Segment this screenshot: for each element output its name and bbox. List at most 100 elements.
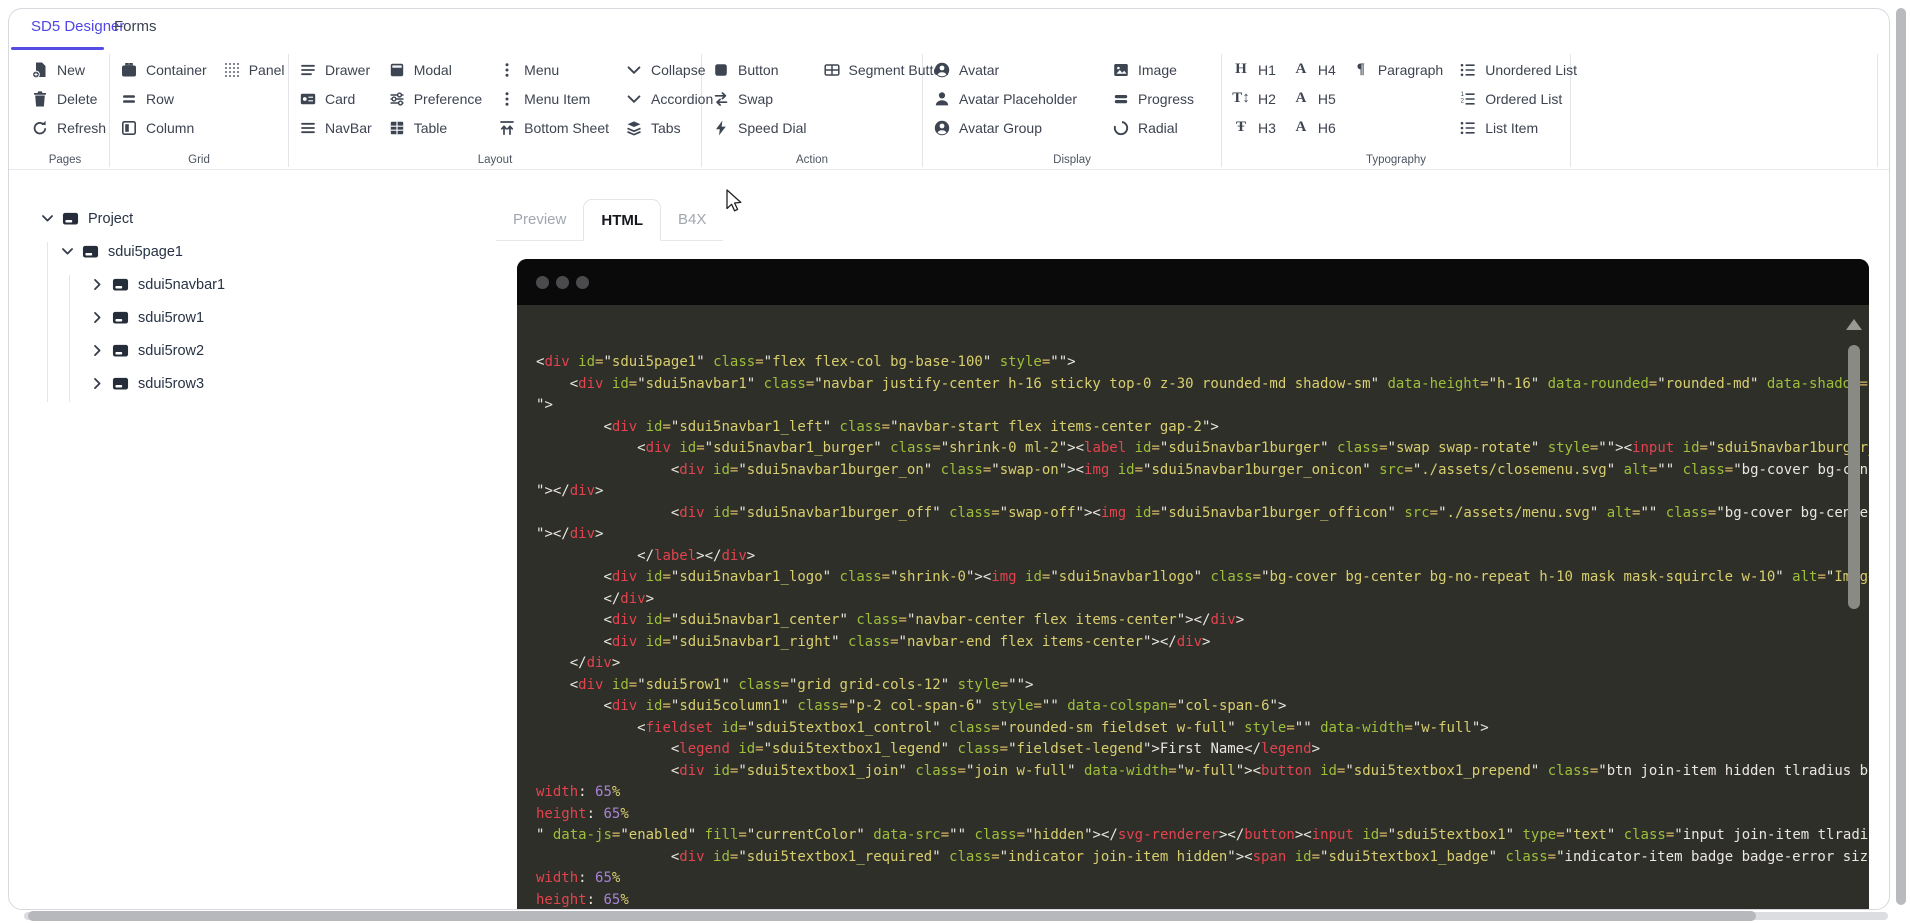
tree-item-sdui5row3[interactable]: sdui5row3 xyxy=(31,367,461,400)
tree-item-sdui5row2[interactable]: sdui5row2 xyxy=(31,334,461,367)
ribbon-item-refresh[interactable]: Refresh xyxy=(31,113,106,142)
ribbon-item-avatar[interactable]: Avatar xyxy=(933,55,1096,84)
tree-item-label: Project xyxy=(88,210,134,227)
ribbon-item-image[interactable]: Image xyxy=(1112,55,1213,84)
ribbon-item-unordered-list[interactable]: Unordered List xyxy=(1459,55,1577,84)
code-line: </label></div> xyxy=(637,547,756,564)
ribbon-item-swap[interactable]: Swap xyxy=(712,84,807,113)
ribbon-item-label: Image xyxy=(1138,61,1177,78)
ribbon-item-panel[interactable]: Panel xyxy=(223,55,285,84)
ordered-list-icon: 12 xyxy=(1459,90,1477,108)
unordered-list-icon xyxy=(1459,61,1477,79)
ribbon-item-collapse[interactable]: Collapse xyxy=(625,55,713,84)
code-line: <div id="sdui5navbar1burger_on" class="s… xyxy=(670,461,1869,478)
ribbon-group-label: Action xyxy=(796,154,828,166)
tree-item-sdui5row1[interactable]: sdui5row1 xyxy=(31,301,461,334)
code-view[interactable]: <div id="sdui5page1" class="flex flex-co… xyxy=(517,305,1869,909)
code-line: "> xyxy=(536,397,553,413)
tree-item-label: sdui5row2 xyxy=(138,342,205,359)
code-line: </div> xyxy=(569,655,621,671)
window-dot-icon xyxy=(556,276,569,289)
scrollbar-thumb[interactable] xyxy=(1896,8,1906,905)
chevron-down-icon[interactable] xyxy=(59,244,75,260)
ribbon-item-h2[interactable]: T↕ H2 xyxy=(1232,84,1276,113)
page-vertical-scrollbar[interactable] xyxy=(1896,8,1906,913)
ribbon-item-h3[interactable]: Ŧ H3 xyxy=(1232,113,1276,142)
ribbon-item-h5[interactable]: A H5 xyxy=(1292,84,1335,113)
tree-item-sdui5page1[interactable]: sdui5page1 xyxy=(31,235,461,268)
ribbon-item-row[interactable]: Row xyxy=(120,84,207,113)
ribbon-group-layout: Drawer Card NavBar Modal Preference Table Menu… xyxy=(289,50,713,169)
ribbon-item-label: Delete xyxy=(57,90,98,107)
ribbon-item-ordered-list[interactable]: 1 2 Ordered List xyxy=(1459,84,1577,113)
ribbon-item-label: Table xyxy=(413,119,448,136)
chevron-right-icon[interactable] xyxy=(89,277,105,293)
code-line: <div id="sdui5navbar1burger_off" class="… xyxy=(670,504,1869,521)
code-line: <div id="sdui5page1" class="flex flex-co… xyxy=(536,354,1076,370)
doc-tab-b4x[interactable]: B4X xyxy=(661,199,724,241)
ribbon-item-column[interactable]: Column xyxy=(120,113,207,142)
ribbon-item-bottom-sheet[interactable]: Bottom Sheet xyxy=(498,113,609,142)
app-tab-bar: SD5 Designer Forms xyxy=(9,9,1889,50)
panel-icon xyxy=(223,61,241,79)
code-line: <div id="sdui5navbar1" class="navbar jus… xyxy=(569,375,1869,392)
ribbon-item-progress[interactable]: Progress xyxy=(1112,84,1213,113)
ribbon-item-container[interactable]: Container xyxy=(120,55,207,84)
ribbon-group-label: Typography xyxy=(1365,154,1427,166)
app-tab-forms[interactable]: Forms xyxy=(114,18,157,35)
ribbon-item-accordion[interactable]: Accordion xyxy=(625,84,713,113)
ribbon-item-button[interactable]: Button xyxy=(712,55,807,84)
ribbon-group-label: Pages xyxy=(48,154,82,166)
ribbon-item-label: List Item xyxy=(1485,119,1539,136)
svg-text:2: 2 xyxy=(1461,98,1465,104)
h5-icon: A xyxy=(1295,90,1307,106)
code-line: "></div> xyxy=(536,483,604,499)
ribbon-item-delete[interactable]: Delete xyxy=(31,84,106,113)
scrollbar-thumb[interactable] xyxy=(28,911,1756,921)
ribbon-item-label: H3 xyxy=(1258,119,1276,136)
ribbon-item-avatar-placeholder[interactable]: Avatar Placeholder xyxy=(933,84,1096,113)
doc-tab-preview[interactable]: Preview xyxy=(496,199,584,241)
swap-icon xyxy=(712,90,730,108)
ribbon-item-label: Ordered List xyxy=(1485,90,1563,107)
avatar-group-icon xyxy=(933,119,951,137)
ribbon-item-h1[interactable]: H H1 xyxy=(1232,55,1276,84)
ribbon-group-display: Avatar Avatar Placeholder Avatar Group Imag… xyxy=(923,50,1221,169)
window-dot-icon xyxy=(536,276,549,289)
ribbon-item-card[interactable]: Card xyxy=(299,84,372,113)
tree-item-project[interactable]: Project xyxy=(31,202,461,235)
ribbon-item-h6[interactable]: A H6 xyxy=(1292,113,1335,142)
ribbon-item-modal[interactable]: Modal xyxy=(388,55,482,84)
ribbon-item-h4[interactable]: A H4 xyxy=(1292,55,1335,84)
tree-item-sdui5navbar1[interactable]: sdui5navbar1 xyxy=(31,268,461,301)
chevron-right-icon[interactable] xyxy=(89,310,105,326)
code-line: " data-js="enabled" fill="currentColor" … xyxy=(536,827,1869,843)
ribbon-item-preference[interactable]: Preference xyxy=(388,84,482,113)
page-horizontal-scrollbar[interactable] xyxy=(0,911,1910,921)
ribbon-item-radial[interactable]: Radial xyxy=(1112,113,1213,142)
ribbon-item-label: Drawer xyxy=(325,61,371,78)
ribbon-item-navbar[interactable]: NavBar xyxy=(299,113,372,142)
ribbon-item-paragraph[interactable]: ¶ Paragraph xyxy=(1352,55,1443,84)
app-tab-sd5-designer[interactable]: SD5 Designer xyxy=(31,18,124,35)
editor-vertical-scrollbar[interactable] xyxy=(1848,345,1860,609)
ribbon-item-list-item[interactable]: List Item xyxy=(1459,113,1577,142)
ribbon-item-label: Avatar xyxy=(959,61,1000,78)
ribbon-item-new[interactable]: New xyxy=(31,55,106,84)
ribbon-item-menu-item[interactable]: Menu Item xyxy=(498,84,609,113)
chevron-right-icon[interactable] xyxy=(89,343,105,359)
ribbon-item-menu[interactable]: Menu xyxy=(498,55,609,84)
code-line: <div id="sdui5row1" class="grid grid-col… xyxy=(569,676,1034,693)
ribbon-item-tabs[interactable]: Tabs xyxy=(625,113,713,142)
doc-tab-html[interactable]: HTML xyxy=(583,199,662,241)
editor-scroll-up-icon[interactable] xyxy=(1846,319,1862,330)
code-line: </div> xyxy=(603,590,655,607)
ribbon-item-label: Unordered List xyxy=(1485,61,1578,78)
ribbon-item-drawer[interactable]: Drawer xyxy=(299,55,372,84)
ribbon-item-speed-dial[interactable]: Speed Dial xyxy=(712,113,807,142)
ribbon-item-avatar-group[interactable]: Avatar Group xyxy=(933,113,1096,142)
chevron-down-icon[interactable] xyxy=(39,211,55,227)
chevron-right-icon[interactable] xyxy=(89,376,105,392)
ribbon-item-table[interactable]: Table xyxy=(388,113,482,142)
container-icon xyxy=(120,61,138,79)
